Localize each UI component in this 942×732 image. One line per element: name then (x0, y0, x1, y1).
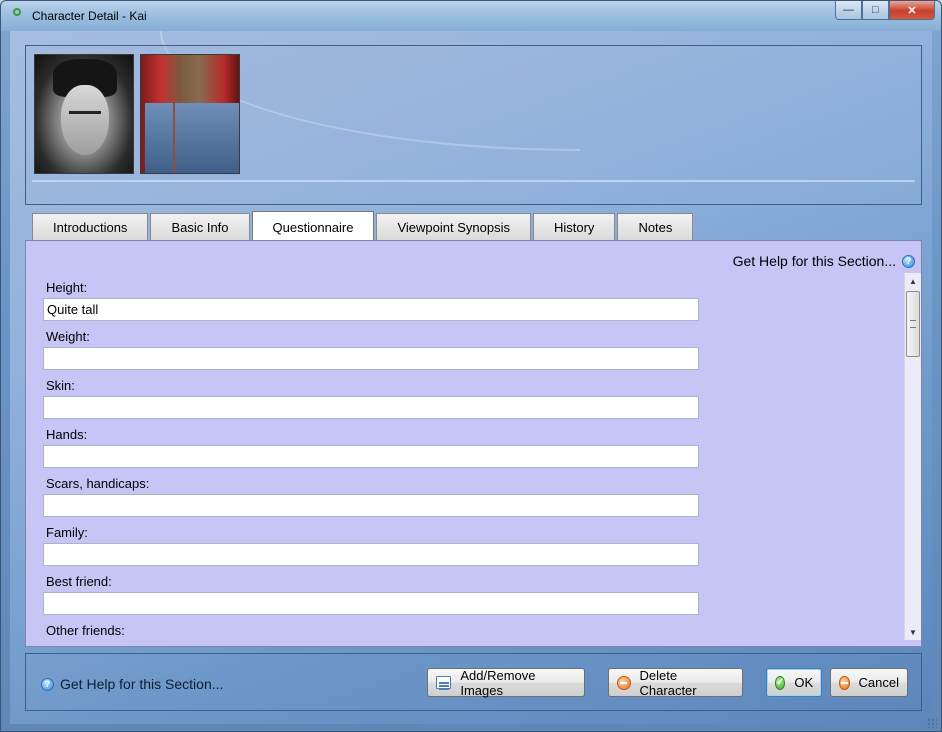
tab-viewpoint-synopsis[interactable]: Viewpoint Synopsis (376, 213, 531, 241)
footer-bar: ? Get Help for this Section... Add/Remov… (25, 653, 922, 711)
close-button[interactable]: ✕ (889, 1, 935, 20)
client-area: Introductions Basic Info Questionnaire V… (10, 31, 932, 724)
footer-help-label[interactable]: Get Help for this Section... (60, 676, 223, 692)
delete-icon (617, 675, 631, 690)
resize-grip-icon[interactable] (927, 718, 937, 728)
maximize-button[interactable]: □ (862, 1, 889, 20)
vertical-scrollbar[interactable]: ▲ ▼ (904, 273, 921, 640)
add-remove-images-label: Add/Remove Images (460, 667, 536, 698)
field-label: Skin: (46, 378, 75, 393)
check-icon: ✓ (775, 675, 786, 690)
minimize-button[interactable]: — (835, 1, 862, 20)
field-scars-handicaps: Scars, handicaps: (43, 465, 703, 517)
scroll-thumb[interactable] (906, 291, 920, 357)
image-panel-divider (32, 180, 915, 182)
window-controls: — □ ✕ (835, 1, 935, 20)
section-help-link[interactable]: Get Help for this Section... ? (733, 253, 915, 269)
image-panel (25, 45, 922, 205)
field-best-friend: Best friend: (43, 563, 703, 615)
tab-questionnaire[interactable]: Questionnaire (251, 211, 375, 242)
field-label: Weight: (46, 329, 90, 344)
footer-help-link[interactable]: ? Get Help for this Section... (41, 676, 223, 692)
field-family: Family: (43, 514, 703, 566)
questionnaire-fields: Height: Weight: Skin: Hands: Scars, hand… (43, 269, 703, 661)
tab-introductions[interactable]: Introductions (32, 213, 149, 241)
delete-character-label: Delete Character (639, 667, 697, 698)
field-height: Height: (43, 269, 703, 321)
app-icon (11, 8, 23, 24)
help-icon[interactable]: ? (902, 254, 915, 268)
field-hands: Hands: (43, 416, 703, 468)
field-weight: Weight: (43, 318, 703, 370)
tab-strip: Introductions Basic Info Questionnaire V… (32, 211, 695, 242)
ok-label: OK (794, 675, 814, 690)
delete-character-button[interactable]: Delete Character (608, 667, 743, 698)
field-label: Height: (46, 280, 88, 295)
cancel-icon (839, 675, 850, 690)
tab-basic-info[interactable]: Basic Info (150, 213, 250, 241)
tab-notes[interactable]: Notes (617, 213, 694, 241)
add-remove-images-button[interactable]: Add/Remove Images (427, 667, 585, 698)
questionnaire-panel: Get Help for this Section... ? Height: W… (25, 240, 922, 647)
window-title: Character Detail - Kai (32, 9, 147, 23)
cancel-label: Cancel (858, 675, 899, 690)
scroll-up-arrow-icon[interactable]: ▲ (905, 273, 921, 289)
field-label: Family: (46, 525, 88, 540)
image-list-icon (436, 676, 452, 689)
portrait-thumbnail[interactable] (34, 54, 134, 174)
scroll-down-arrow-icon[interactable]: ▼ (905, 624, 921, 640)
character-detail-window: Character Detail - Kai — □ ✕ Introductio… (0, 0, 942, 732)
field-label: Scars, handicaps: (46, 476, 150, 491)
field-label: Best friend: (46, 574, 112, 589)
tab-history[interactable]: History (532, 213, 616, 241)
field-label: Other friends: (46, 623, 125, 638)
field-label: Hands: (46, 427, 88, 442)
jeans-thumbnail[interactable] (140, 54, 240, 174)
cancel-button[interactable]: Cancel (830, 668, 908, 697)
title-bar[interactable]: Character Detail - Kai — □ ✕ (1, 1, 941, 31)
field-skin: Skin: (43, 367, 703, 419)
help-icon[interactable]: ? (41, 677, 54, 691)
ok-button[interactable]: ✓ OK (766, 668, 822, 697)
section-help-label[interactable]: Get Help for this Section... (733, 253, 896, 269)
